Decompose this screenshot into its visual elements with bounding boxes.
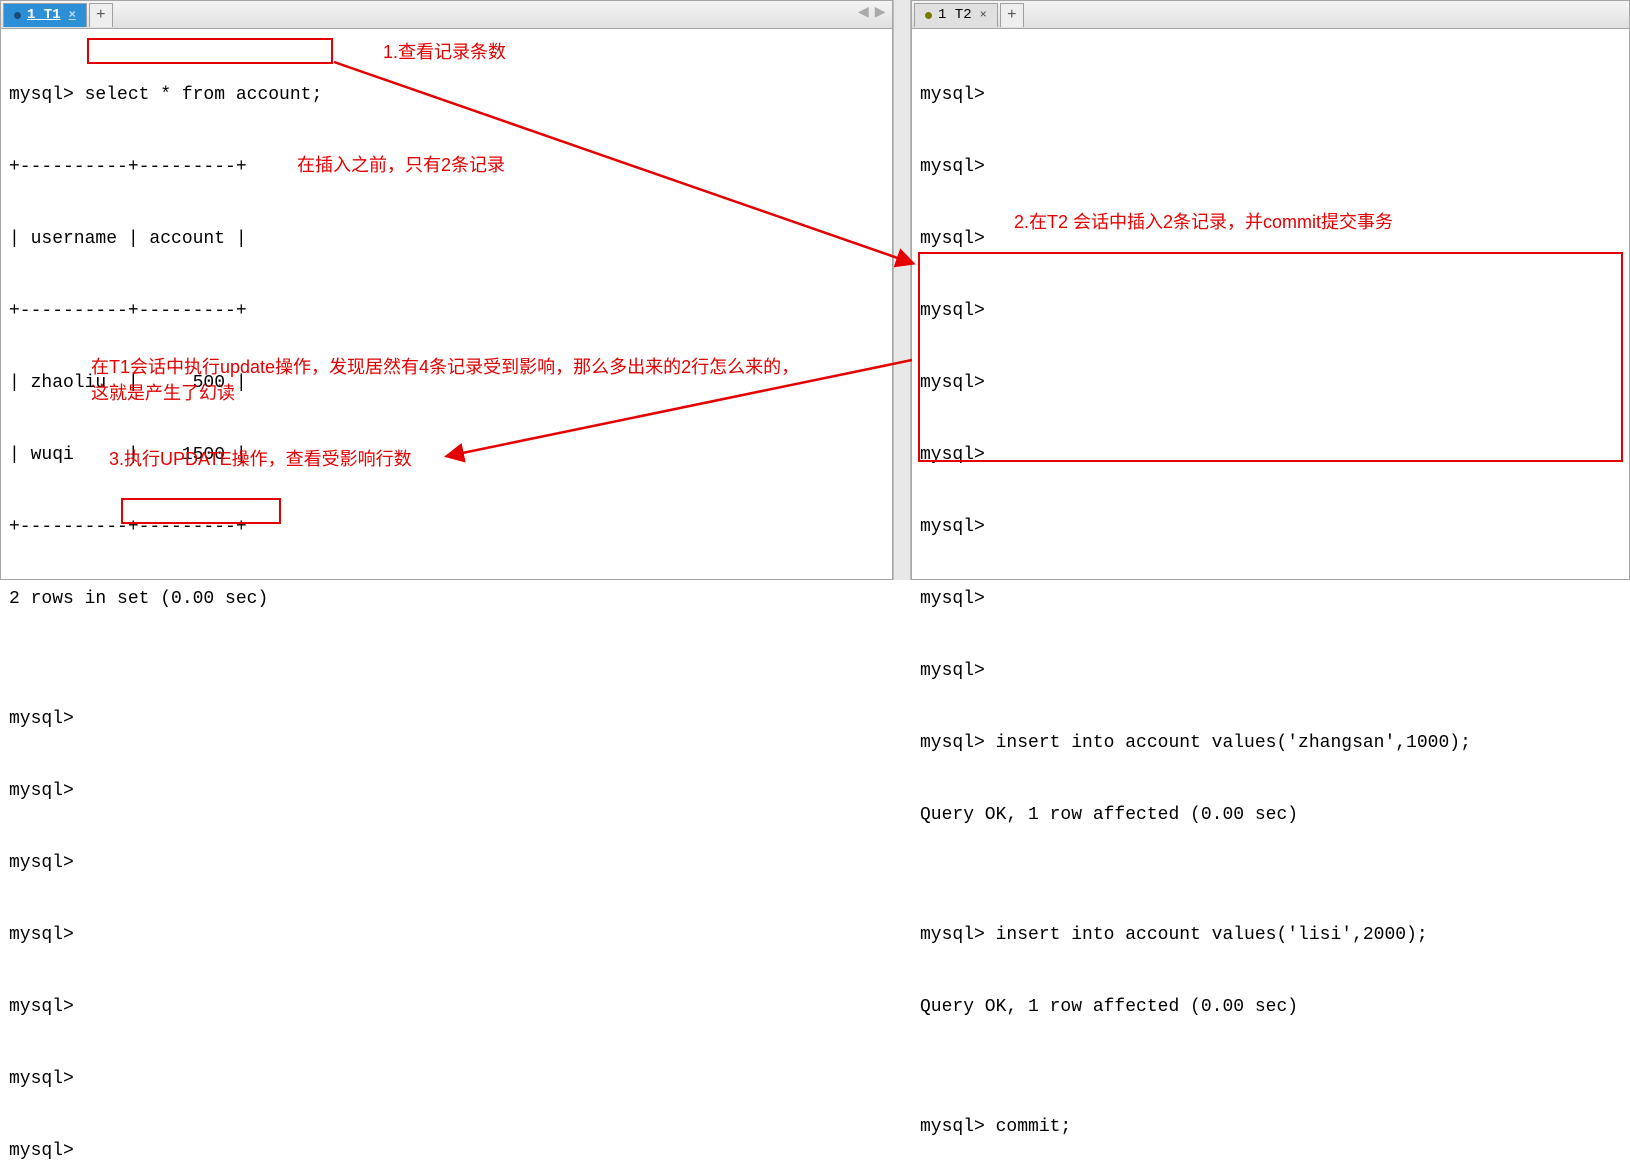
tab-t1[interactable]: 1 T1 × <box>3 3 87 27</box>
t2-line: mysql> <box>920 659 1621 683</box>
t1-line: mysql> <box>9 923 884 947</box>
t1-line: | wuqi | 1500 | <box>9 443 884 467</box>
t2-line: mysql> <box>920 515 1621 539</box>
t2-line: mysql> <box>920 443 1621 467</box>
tabbar-left: 1 T1 × + <box>1 1 892 29</box>
t2-line: Query OK, 1 row affected (0.00 sec) <box>920 803 1621 827</box>
t2-line: mysql> <box>920 587 1621 611</box>
t1-line: +----------+---------+ <box>9 515 884 539</box>
tab-t2-close-icon[interactable]: × <box>980 8 987 22</box>
tab-nav-arrows[interactable]: ◀ ▶ <box>858 4 886 21</box>
tabbar-right: 1 T2 × + <box>912 1 1629 29</box>
unsaved-dot-icon <box>925 12 932 19</box>
t1-line: mysql> <box>9 995 884 1019</box>
t2-line: mysql> <box>920 371 1621 395</box>
pane-divider[interactable] <box>893 0 911 580</box>
t2-line: mysql> <box>920 155 1621 179</box>
t1-line: mysql> <box>9 779 884 803</box>
tab-add-right[interactable]: + <box>1000 3 1024 27</box>
tab-t2-label: 1 T2 <box>938 7 972 23</box>
tab-add-left[interactable]: + <box>89 3 113 27</box>
tab-t1-close-icon[interactable]: × <box>69 8 76 22</box>
t2-line: mysql> commit; <box>920 1115 1621 1139</box>
t2-line: mysql> insert into account values('lisi'… <box>920 923 1621 947</box>
nav-left-icon[interactable]: ◀ <box>858 4 869 21</box>
t1-line: mysql> <box>9 1139 884 1160</box>
t1-line: mysql> <box>9 1067 884 1091</box>
t1-line: | zhaoliu | 500 | <box>9 371 884 395</box>
terminal-t2[interactable]: mysql> mysql> mysql> mysql> mysql> mysql… <box>912 29 1629 1160</box>
t1-line: mysql> select * from account; <box>9 83 884 107</box>
t1-line: +----------+---------+ <box>9 299 884 323</box>
tab-t2[interactable]: 1 T2 × <box>914 3 998 27</box>
t2-line: Query OK, 1 row affected (0.00 sec) <box>920 995 1621 1019</box>
nav-right-icon[interactable]: ▶ <box>875 4 886 21</box>
t2-line: mysql> <box>920 227 1621 251</box>
tab-t1-label: 1 T1 <box>27 7 61 23</box>
terminal-t1[interactable]: mysql> select * from account; +---------… <box>1 29 892 1160</box>
t1-line: 2 rows in set (0.00 sec) <box>9 587 884 611</box>
t1-line: +----------+---------+ <box>9 155 884 179</box>
t1-line: mysql> <box>9 851 884 875</box>
t2-line: mysql> insert into account values('zhang… <box>920 731 1621 755</box>
t2-line: mysql> <box>920 83 1621 107</box>
unsaved-dot-icon <box>14 12 21 19</box>
t1-line: mysql> <box>9 707 884 731</box>
pane-t2: 1 T2 × + mysql> mysql> mysql> mysql> mys… <box>911 0 1630 580</box>
pane-t1: 1 T1 × + mysql> select * from account; +… <box>0 0 893 580</box>
t2-line: mysql> <box>920 299 1621 323</box>
t1-line: | username | account | <box>9 227 884 251</box>
